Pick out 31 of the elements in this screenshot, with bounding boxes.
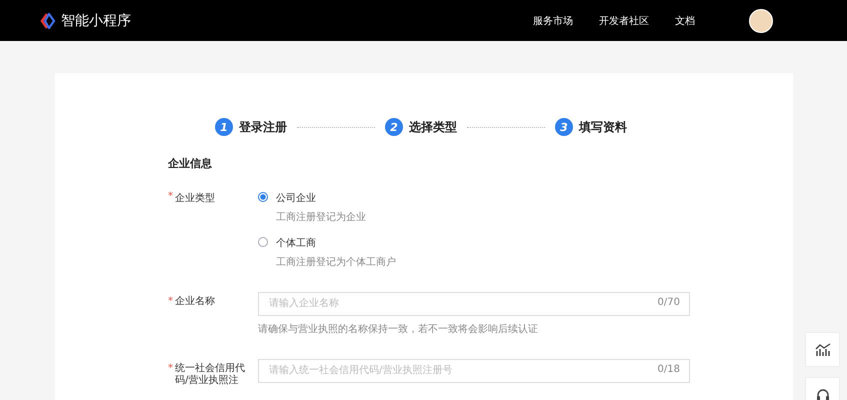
step-label: 填写资料: [579, 118, 627, 136]
required-mark: *: [168, 191, 173, 202]
radio-button[interactable]: [258, 192, 268, 202]
step-label: 登录注册: [239, 118, 287, 136]
section-title: 企业信息: [168, 156, 213, 171]
nav-link[interactable]: 服务市场: [533, 14, 573, 28]
nav-link[interactable]: 开发者社区: [599, 14, 649, 28]
logo-text: 智能小程序: [61, 12, 131, 30]
required-mark: *: [168, 363, 173, 374]
character-counter: 0/70: [658, 297, 680, 308]
field-label: 企业类型: [175, 192, 215, 205]
field-label: 统一社会信用代码/营业执照注: [175, 363, 245, 387]
character-counter: 0/18: [658, 364, 680, 375]
chart-button[interactable]: [805, 332, 840, 367]
nav-link[interactable]: 文档: [675, 14, 695, 28]
step-label: 选择类型: [409, 118, 457, 136]
field-hint: 请确保与营业执照的名称保持一致，若不一致将会影响后续认证: [258, 322, 539, 336]
option-description: 工商注册登记为个体工商户: [276, 256, 396, 269]
option-label: 个体工商: [276, 236, 317, 250]
step-number: 2: [385, 118, 403, 136]
radio-button[interactable]: [258, 237, 268, 247]
logo-icon: [40, 12, 56, 28]
option-label: 公司企业: [276, 192, 317, 205]
required-mark: *: [168, 296, 173, 307]
avatar[interactable]: [749, 8, 773, 32]
field-label: 企业名称: [175, 296, 216, 308]
step-number: 1: [215, 118, 233, 136]
headset-icon: [814, 386, 830, 400]
chart-icon: [814, 342, 830, 356]
option-description: 工商注册登记为企业: [276, 210, 366, 224]
step-number: 3: [555, 118, 573, 136]
